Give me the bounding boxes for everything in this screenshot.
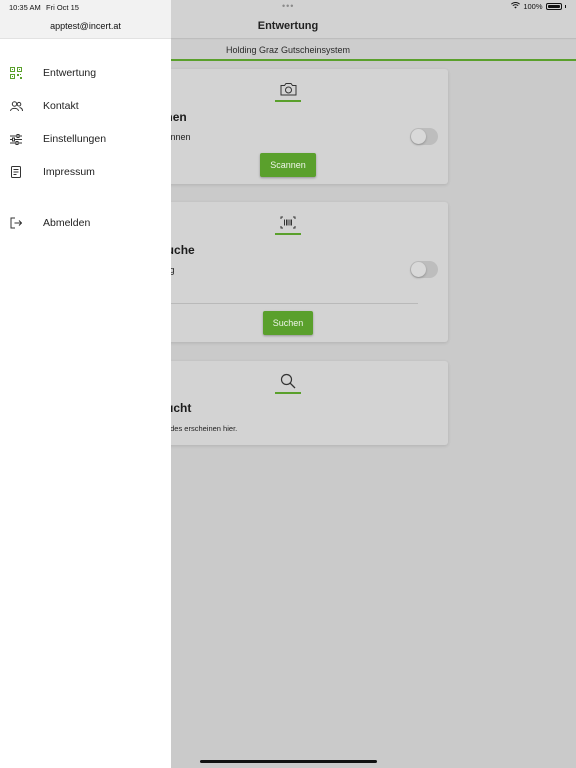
menu-label: Abmelden	[43, 217, 91, 229]
icon-underline	[275, 392, 301, 394]
menu-label: Einstellungen	[43, 133, 107, 145]
status-bar: 10:35 AM Fri Oct 15 ••• 100%	[0, 0, 576, 14]
people-icon	[9, 99, 23, 113]
side-drawer: apptest@incert.at Entwertung Kontakt Ein…	[0, 0, 171, 768]
menu-label: Entwertung	[43, 67, 97, 79]
menu-item-abmelden[interactable]: Abmelden	[0, 208, 171, 238]
menu-label: Kontakt	[43, 100, 79, 112]
search-icon	[276, 371, 300, 391]
menu-label: Impressum	[43, 166, 95, 178]
status-right: 100%	[511, 2, 566, 11]
code-input[interactable]	[128, 288, 418, 304]
wifi-icon	[511, 2, 521, 11]
scan-button[interactable]: Scannen	[260, 153, 316, 177]
status-time: 10:35 AM	[9, 3, 41, 12]
search-button[interactable]: Suchen	[263, 311, 313, 335]
user-email: apptest@incert.at	[50, 21, 121, 31]
menu-item-impressum[interactable]: Impressum	[0, 157, 171, 187]
icon-underline	[275, 233, 301, 235]
toggle-knob	[411, 129, 426, 144]
battery-icon	[545, 3, 562, 10]
document-icon	[9, 165, 23, 179]
manual-redeem-toggle[interactable]	[410, 261, 438, 278]
qr-code-icon	[9, 66, 23, 80]
menu-item-entwertung[interactable]: Entwertung	[0, 58, 171, 88]
battery-cap	[564, 5, 566, 8]
toggle-knob	[411, 262, 426, 277]
menu-item-einstellungen[interactable]: Einstellungen	[0, 124, 171, 154]
sliders-icon	[9, 132, 23, 146]
scan-card: e scannen haftes Scannen Scannen	[128, 69, 448, 184]
multitasking-dots-icon[interactable]: •••	[282, 1, 294, 11]
logout-icon	[9, 216, 23, 230]
manual-search-card: uelle Suche lentwertung Suchen	[128, 202, 448, 342]
icon-underline	[275, 100, 301, 102]
barcode-icon	[276, 212, 300, 232]
camera-icon	[276, 79, 300, 99]
menu-item-kontakt[interactable]: Kontakt	[0, 91, 171, 121]
recent-search-card: tzt gesucht gesuchte Codes erscheinen hi…	[128, 361, 448, 445]
battery-percent: 100%	[523, 2, 543, 11]
home-indicator[interactable]	[200, 760, 377, 763]
status-date: Fri Oct 15	[46, 3, 79, 12]
continuous-scan-toggle[interactable]	[410, 128, 438, 145]
